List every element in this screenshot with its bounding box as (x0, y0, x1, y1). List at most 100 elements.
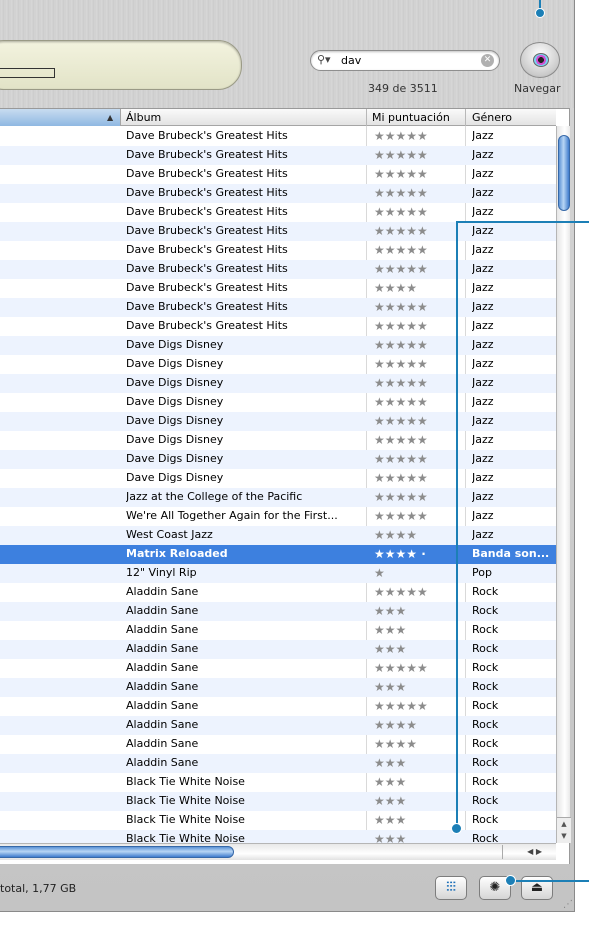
table-row[interactable]: Dave Digs Disney ★★★★★ Jazz (0, 431, 556, 450)
cell-rating[interactable]: ★★★★★ (374, 469, 464, 487)
table-row[interactable]: Dave Brubeck's Greatest Hits ★★★★★ Jazz (0, 317, 556, 336)
table-row[interactable]: Dave Digs Disney ★★★★★ Jazz (0, 450, 556, 469)
cell-rating[interactable]: ★★★★★ (374, 127, 464, 145)
cell-genre: Jazz (472, 243, 494, 256)
horizontal-scrollbar[interactable]: ◀ ▶ (0, 843, 556, 860)
table-row[interactable]: Black Tie White Noise ★★★ Rock (0, 811, 556, 830)
table-row[interactable]: Aladdin Sane ★★★★★ Rock (0, 697, 556, 716)
cell-rating[interactable]: ★★★ (374, 754, 464, 772)
table-row[interactable]: Aladdin Sane ★★★ Rock (0, 678, 556, 697)
table-row[interactable]: Aladdin Sane ★★★ Rock (0, 602, 556, 621)
eject-icon: ⏏ (530, 880, 544, 895)
table-row[interactable]: Dave Brubeck's Greatest Hits ★★★★★ Jazz (0, 146, 556, 165)
table-row[interactable]: Dave Brubeck's Greatest Hits ★★★★★ Jazz (0, 184, 556, 203)
cell-album: Dave Brubeck's Greatest Hits (126, 262, 288, 275)
table-row[interactable]: Dave Brubeck's Greatest Hits ★★★★★ Jazz (0, 127, 556, 146)
cell-rating[interactable]: ★★★★★ (374, 222, 464, 240)
cell-rating[interactable]: ★★★★★ (374, 241, 464, 259)
cell-rating[interactable]: ★★★ (374, 602, 464, 620)
cell-rating[interactable]: ★★★★★ (374, 165, 464, 183)
cell-rating[interactable]: ★★★★ (374, 526, 464, 544)
column-header-album[interactable]: Álbum (126, 111, 161, 124)
cell-rating[interactable]: ★★★★ (374, 279, 464, 297)
cell-rating[interactable]: ★★★★★ (374, 374, 464, 392)
progress-bar[interactable] (0, 68, 55, 78)
table-row[interactable]: Dave Brubeck's Greatest Hits ★★★★ Jazz (0, 279, 556, 298)
search-field[interactable]: ⚲▾ ✕ (310, 50, 500, 71)
cell-rating[interactable]: ★★★ (374, 621, 464, 639)
cell-rating[interactable]: ★★★★★ (374, 431, 464, 449)
table-row[interactable]: Black Tie White Noise ★★★ Rock (0, 792, 556, 811)
cell-rating[interactable]: ★★★★★ (374, 298, 464, 316)
cell-rating[interactable]: ★★★★ (374, 735, 464, 753)
table-row[interactable]: We're All Together Again for the First..… (0, 507, 556, 526)
cell-album: Dave Brubeck's Greatest Hits (126, 319, 288, 332)
table-row[interactable]: Dave Digs Disney ★★★★★ Jazz (0, 336, 556, 355)
clear-icon[interactable]: ✕ (481, 54, 494, 67)
table-row[interactable]: Aladdin Sane ★★★ Rock (0, 754, 556, 773)
table-row[interactable]: Aladdin Sane ★★★ Rock (0, 640, 556, 659)
cell-rating[interactable]: ★★★★ · (374, 545, 464, 563)
cell-rating[interactable]: ★★★★★ (374, 355, 464, 373)
table-row[interactable]: Black Tie White Noise ★★★ Rock (0, 773, 556, 792)
cell-rating[interactable]: ★★★★★ (374, 203, 464, 221)
table-row[interactable]: Dave Digs Disney ★★★★★ Jazz (0, 469, 556, 488)
horizontal-scroll-thumb[interactable] (0, 846, 234, 858)
table-row[interactable]: Aladdin Sane ★★★ Rock (0, 621, 556, 640)
table-row[interactable]: Dave Brubeck's Greatest Hits ★★★★★ Jazz (0, 203, 556, 222)
cell-rating[interactable]: ★★★★★ (374, 317, 464, 335)
cell-rating[interactable]: ★★★★★ (374, 393, 464, 411)
table-row[interactable]: Aladdin Sane ★★★★ Rock (0, 716, 556, 735)
search-icon[interactable]: ⚲▾ (317, 53, 331, 66)
cell-rating[interactable]: ★★★ (374, 678, 464, 696)
cell-rating[interactable]: ★★★★★ (374, 336, 464, 354)
cell-album: Aladdin Sane (126, 585, 199, 598)
vertical-scroll-thumb[interactable] (558, 135, 570, 211)
callout-line (456, 222, 458, 828)
cell-rating[interactable]: ★★★ (374, 773, 464, 791)
table-row[interactable]: Dave Brubeck's Greatest Hits ★★★★★ Jazz (0, 222, 556, 241)
column-divider[interactable] (366, 109, 367, 126)
resize-grip-icon[interactable]: ⋰ (563, 899, 573, 910)
equalizer-button[interactable]: ⫶⫶⫶ (435, 876, 467, 900)
table-row[interactable]: West Coast Jazz ★★★★ Jazz (0, 526, 556, 545)
table-row[interactable]: Dave Digs Disney ★★★★★ Jazz (0, 355, 556, 374)
table-row[interactable]: Dave Brubeck's Greatest Hits ★★★★★ Jazz (0, 241, 556, 260)
cell-rating[interactable]: ★★★★★ (374, 488, 464, 506)
cell-rating[interactable]: ★★★★★ (374, 450, 464, 468)
cell-rating[interactable]: ★★★★★ (374, 184, 464, 202)
cell-rating[interactable]: ★★★★★ (374, 260, 464, 278)
table-row[interactable]: Dave Digs Disney ★★★★★ Jazz (0, 412, 556, 431)
table-row[interactable]: 12" Vinyl Rip ★ Pop (0, 564, 556, 583)
browse-button[interactable] (520, 42, 560, 78)
table-row[interactable]: Jazz at the College of the Pacific ★★★★★ J… (0, 488, 556, 507)
table-row[interactable]: Aladdin Sane ★★★★★ Rock (0, 659, 556, 678)
horizontal-scroll-arrows[interactable]: ◀ ▶ (502, 845, 542, 859)
table-row[interactable]: Dave Digs Disney ★★★★★ Jazz (0, 374, 556, 393)
cell-rating[interactable]: ★★★★★ (374, 659, 464, 677)
vertical-scrollbar[interactable]: ▲ ▼ (556, 126, 571, 843)
vertical-scroll-arrows[interactable]: ▲ ▼ (557, 817, 571, 843)
search-input[interactable] (341, 53, 471, 68)
column-header-genre[interactable]: Género (472, 111, 512, 124)
cell-rating[interactable]: ★★★★★ (374, 146, 464, 164)
table-row[interactable]: Dave Digs Disney ★★★★★ Jazz (0, 393, 556, 412)
cell-rating[interactable]: ★★★★ (374, 716, 464, 734)
table-row[interactable]: Matrix Reloaded ★★★★ · Banda son... (0, 545, 556, 564)
table-row[interactable]: Dave Brubeck's Greatest Hits ★★★★★ Jazz (0, 260, 556, 279)
cell-rating[interactable]: ★★★ (374, 792, 464, 810)
column-divider[interactable] (465, 109, 466, 126)
cell-rating[interactable]: ★★★★★ (374, 697, 464, 715)
column-header-rating[interactable]: Mi puntuación (372, 111, 450, 124)
cell-rating[interactable]: ★★★★★ (374, 507, 464, 525)
cell-rating[interactable]: ★★★★★ (374, 412, 464, 430)
table-row[interactable]: Aladdin Sane ★★★★ Rock (0, 735, 556, 754)
table-row[interactable]: Aladdin Sane ★★★★★ Rock (0, 583, 556, 602)
table-row[interactable]: Dave Brubeck's Greatest Hits ★★★★★ Jazz (0, 165, 556, 184)
cell-rating[interactable]: ★★★ (374, 640, 464, 658)
cell-rating[interactable]: ★ (374, 564, 464, 582)
table-row[interactable]: Dave Brubeck's Greatest Hits ★★★★★ Jazz (0, 298, 556, 317)
cell-rating[interactable]: ★★★★★ (374, 583, 464, 601)
cell-genre: Jazz (472, 338, 494, 351)
sorted-column-header[interactable]: ▲ (0, 109, 121, 126)
